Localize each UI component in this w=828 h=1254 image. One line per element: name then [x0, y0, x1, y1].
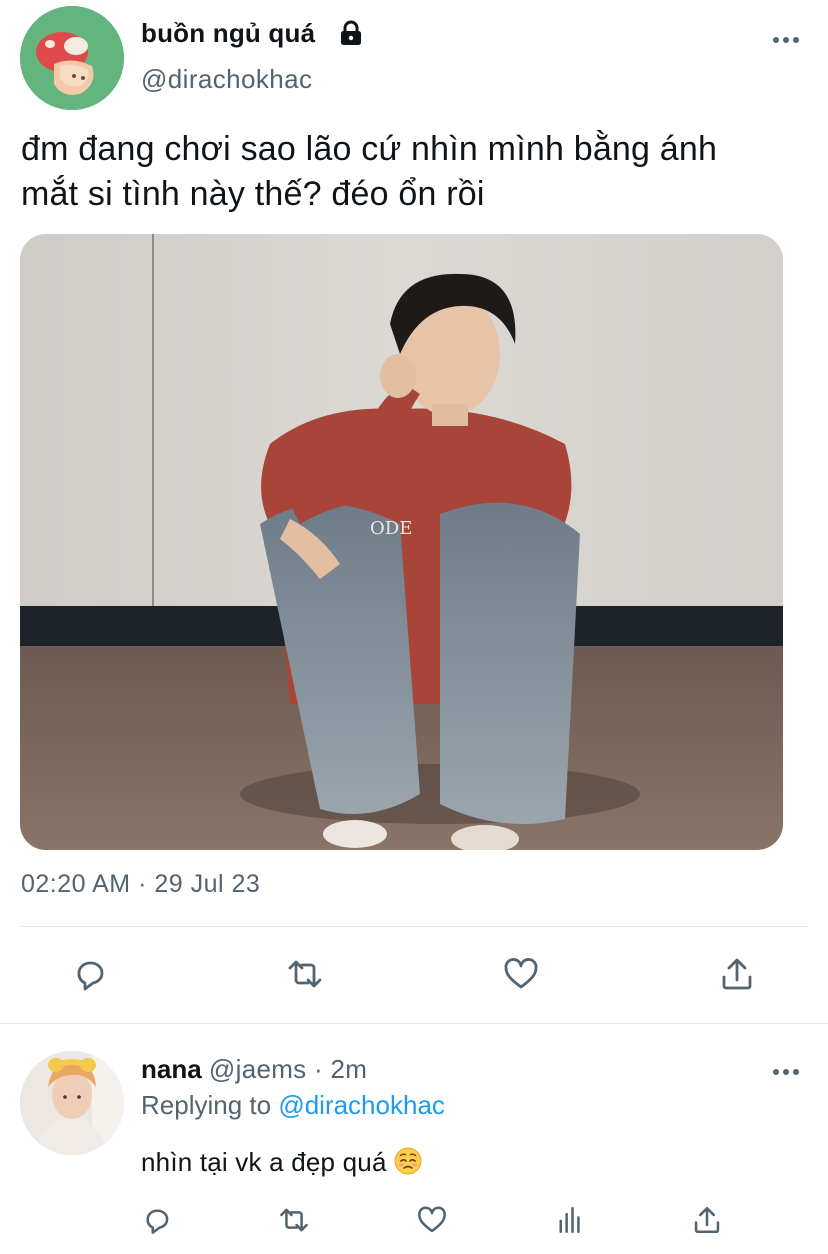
tweet-text-line: mắt si tình này thế? đéo ổn rồi [21, 175, 485, 213]
svg-text:ODE: ODE [370, 518, 412, 539]
reply-text-content: nhìn tại vk a đẹp quá [141, 1147, 387, 1177]
divider [20, 926, 808, 927]
tweet-photo[interactable]: ODE [20, 234, 783, 850]
reply-icon[interactable] [68, 952, 112, 996]
share-icon[interactable] [687, 1200, 727, 1240]
lock-icon [337, 19, 365, 47]
reply-icon[interactable] [137, 1200, 177, 1240]
reply-avatar[interactable] [20, 1051, 124, 1155]
tweet-text-line: đm đang chơi sao lão cứ nhìn mình bằng á… [21, 130, 718, 168]
reply-text: nhìn tại vk a đẹp quá [141, 1146, 423, 1178]
reply-author-name[interactable]: nana [141, 1054, 202, 1084]
section-divider [0, 1023, 828, 1024]
reply-header: nana @jaems · 2m [141, 1054, 367, 1085]
analytics-icon[interactable] [550, 1200, 590, 1240]
author-name[interactable]: buồn ngủ quá [141, 18, 315, 49]
share-icon[interactable] [715, 952, 759, 996]
more-icon[interactable] [770, 1058, 802, 1086]
replying-to: Replying to @dirachokhac [141, 1090, 445, 1121]
retweet-icon[interactable] [283, 952, 327, 996]
replying-mention-link[interactable]: @dirachokhac [278, 1090, 445, 1120]
like-icon[interactable] [499, 952, 543, 996]
like-icon[interactable] [412, 1200, 452, 1240]
more-icon[interactable] [770, 26, 802, 54]
retweet-icon[interactable] [274, 1200, 314, 1240]
pleading-face-emoji [393, 1146, 423, 1176]
author-avatar[interactable] [20, 6, 124, 110]
tweet-text: đm đang chơi sao lão cứ nhìn mình bằng á… [21, 127, 811, 217]
tweet-timestamp[interactable]: 02:20 AM · 29 Jul 23 [21, 870, 260, 899]
author-handle[interactable]: @dirachokhac [141, 64, 312, 95]
reply-meta: @jaems · 2m [208, 1054, 368, 1084]
replying-prefix: Replying to [141, 1090, 272, 1120]
